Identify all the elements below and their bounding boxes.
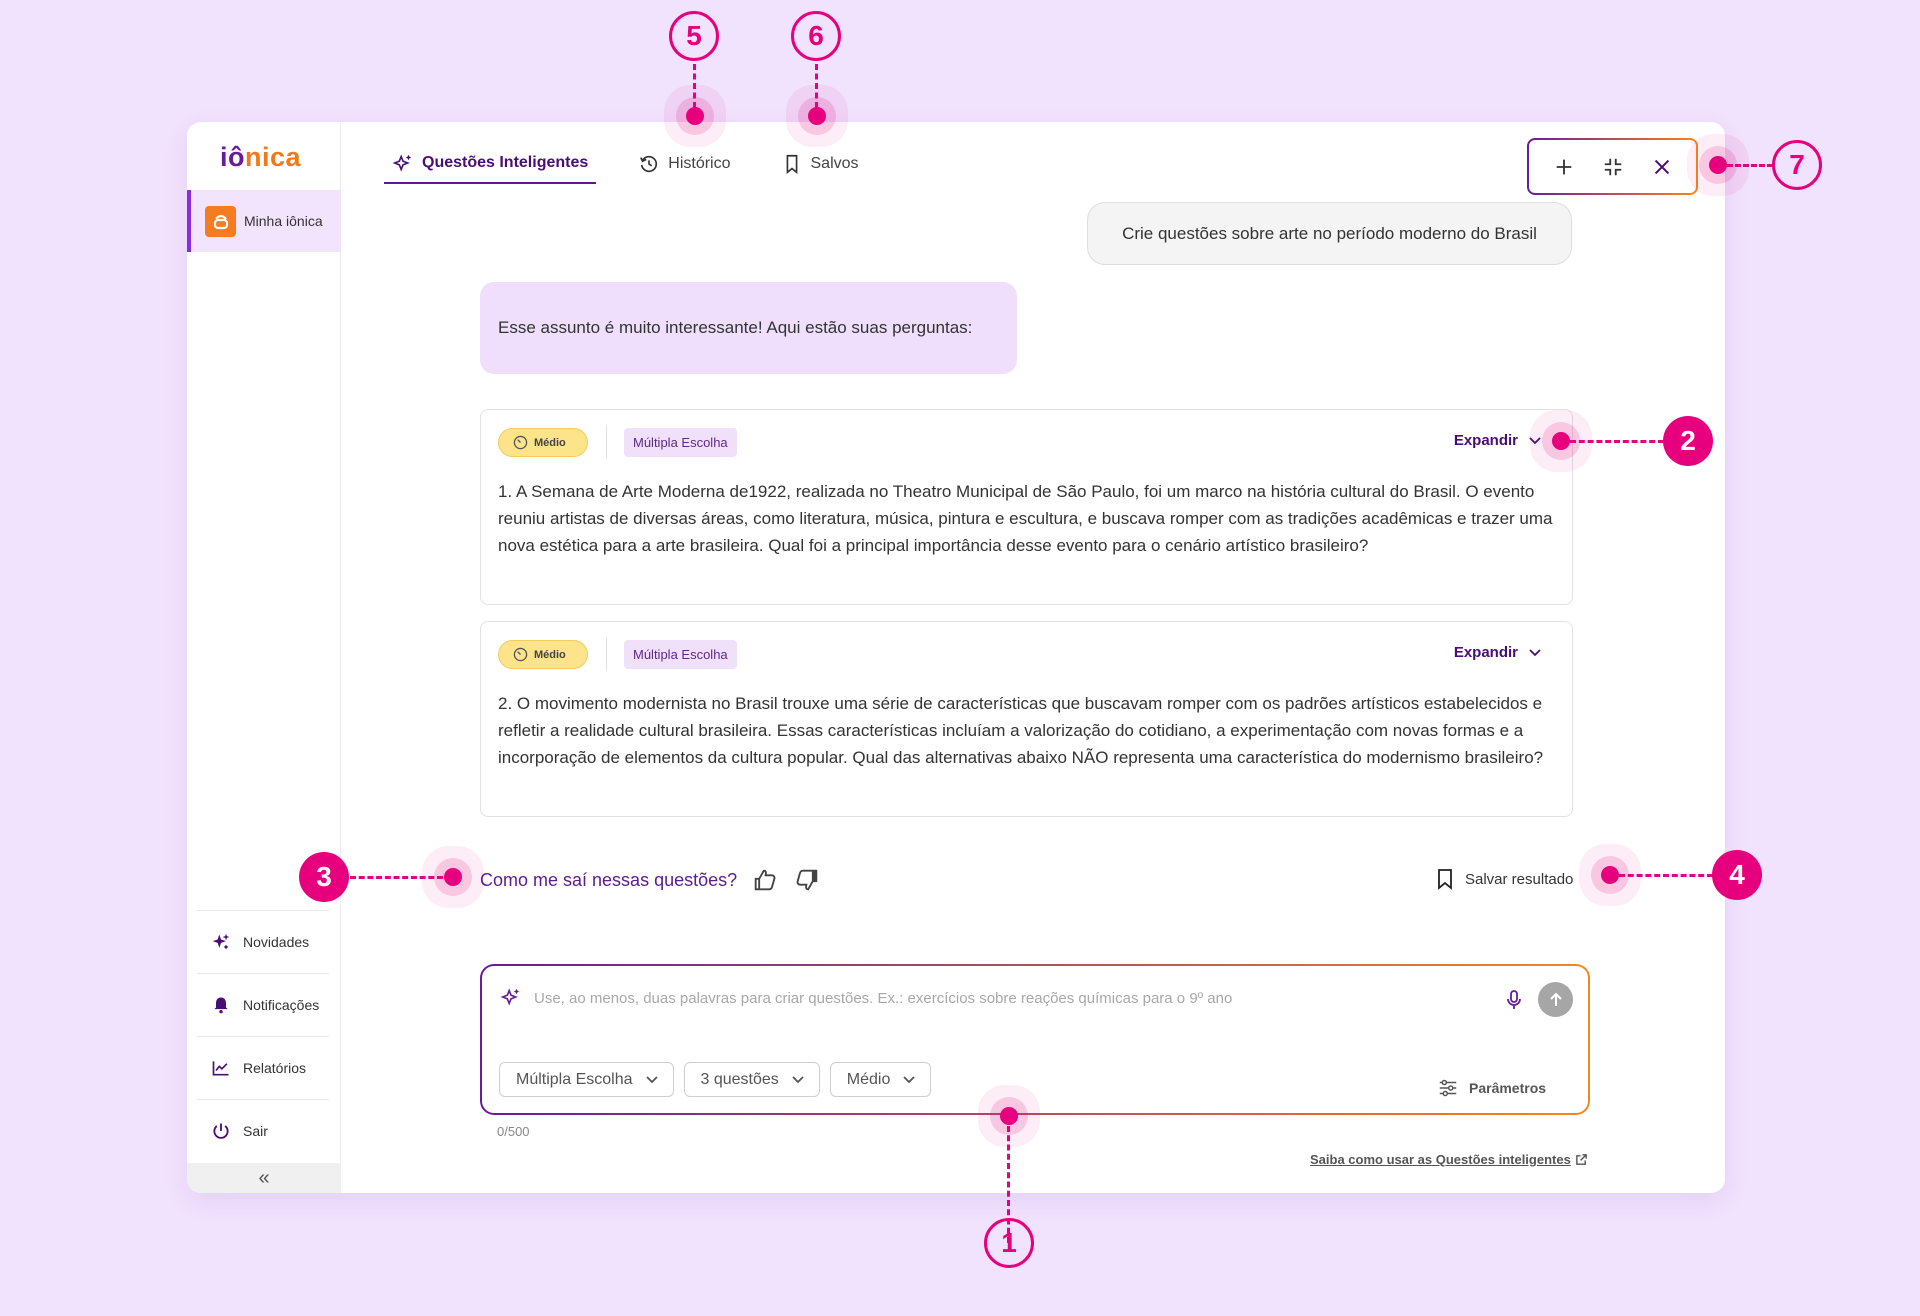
chevron-down-icon: [903, 1075, 915, 1083]
bookmark-icon: [786, 154, 797, 174]
tab-label: Histórico: [668, 155, 731, 172]
question-type-badge: Múltipla Escolha: [624, 428, 737, 457]
sidebar-item-novidades[interactable]: Novidades: [197, 910, 329, 973]
sliders-icon: [1439, 1079, 1457, 1097]
minimize-icon[interactable]: [1602, 156, 1624, 178]
question-text: 2. O movimento modernista no Brasil trou…: [498, 694, 1544, 767]
sparkles-icon: [212, 933, 230, 950]
question-text: 1. A Semana de Arte Moderna de1922, real…: [498, 482, 1553, 555]
sidebar-item-sair[interactable]: Sair: [197, 1099, 329, 1162]
tab-historico[interactable]: Histórico: [630, 144, 738, 184]
question-card: Médio Múltipla Escolha Expandir 1. A Sem…: [480, 409, 1573, 605]
callout-line: [693, 64, 696, 108]
sidebar-item-minha-ionica[interactable]: Minha iônica: [187, 190, 341, 252]
plus-icon[interactable]: [1553, 156, 1575, 178]
close-icon[interactable]: [1651, 156, 1673, 178]
level-badge: Médio: [498, 640, 588, 669]
send-button[interactable]: [1538, 982, 1573, 1017]
tab-bar: Questões Inteligentes Histórico Salvos: [384, 144, 867, 184]
collapse-sidebar-button[interactable]: «: [187, 1163, 341, 1193]
divider: [606, 637, 607, 671]
save-result-button[interactable]: Salvar resultado: [1435, 868, 1573, 890]
sidebar-item-relatorios[interactable]: Relatórios: [197, 1036, 329, 1099]
double-chevron-left-icon: «: [258, 1166, 270, 1189]
callout-line: [1619, 874, 1713, 877]
thumbs-up-icon[interactable]: [751, 866, 779, 894]
callout-dot: [1552, 432, 1570, 450]
sidebar-item-label: Notificações: [243, 997, 320, 1013]
callout-1: 1: [984, 1218, 1034, 1268]
feedback-prompt: Como me saí nessas questões?: [480, 869, 738, 890]
expand-button[interactable]: Expandir: [1454, 644, 1542, 661]
chevron-down-icon: [645, 1075, 658, 1083]
callout-dot: [808, 107, 826, 125]
feedback-row: Como me saí nessas questões?: [480, 866, 821, 894]
callout-7: 7: [1772, 140, 1822, 190]
callout-3: 3: [299, 852, 349, 902]
divider: [606, 425, 607, 459]
bookmark-icon: [1438, 869, 1452, 890]
callout-dot: [444, 868, 462, 886]
prompt-composer: Use, ao menos, duas palavras para criar …: [480, 964, 1590, 1115]
microphone-icon[interactable]: [1502, 988, 1526, 1012]
parameter-selects: Múltipla Escolha 3 questões Médio: [499, 1062, 932, 1097]
ionica-logo[interactable]: iônica: [220, 142, 301, 173]
callout-2: 2: [1663, 416, 1713, 466]
chevron-down-icon: [792, 1075, 804, 1083]
callout-dot: [1709, 156, 1727, 174]
callout-6: 6: [791, 11, 841, 61]
callout-dot: [686, 107, 704, 125]
bell-icon: [214, 997, 228, 1014]
power-icon: [213, 1123, 229, 1139]
tab-label: Salvos: [810, 155, 859, 172]
tab-salvos[interactable]: Salvos: [773, 144, 867, 184]
chart-line-icon: [212, 1061, 229, 1076]
callout-line: [350, 876, 443, 879]
question-type-badge: Múltipla Escolha: [624, 640, 737, 669]
arrow-up-icon: [1549, 992, 1562, 1006]
difficulty-select[interactable]: Médio: [829, 1062, 932, 1097]
history-icon: [640, 155, 658, 173]
sidebar-bottom-menu: Novidades Notificações Relatórios Sair: [197, 910, 329, 1162]
tab-questoes-inteligentes[interactable]: Questões Inteligentes: [384, 144, 597, 184]
callout-line: [1727, 164, 1773, 167]
difficulty-gauge-icon: [513, 435, 528, 450]
window-controls: [1527, 138, 1698, 195]
app-window: iônica Minha iônica Novidades Notificaçõ…: [187, 122, 1725, 1193]
user-message: Crie questões sobre arte no período mode…: [1087, 202, 1572, 265]
sparkles-icon: [392, 154, 412, 172]
sidebar-item-label: Minha iônica: [244, 213, 323, 229]
ionica-app-icon: [205, 205, 236, 237]
callout-dot: [1601, 866, 1619, 884]
callout-5: 5: [669, 11, 719, 61]
sparkles-icon: [500, 988, 520, 1006]
question-card: Médio Múltipla Escolha Expandir 2. O mov…: [480, 621, 1573, 817]
help-link[interactable]: Saiba como usar as Questões inteligentes: [1310, 1152, 1588, 1167]
level-badge: Médio: [498, 428, 588, 457]
expand-button[interactable]: Expandir: [1454, 432, 1542, 449]
question-count-select[interactable]: 3 questões: [683, 1062, 820, 1097]
sidebar-item-label: Sair: [243, 1123, 268, 1139]
question-type-select[interactable]: Múltipla Escolha: [499, 1062, 674, 1097]
parameters-button[interactable]: Parâmetros: [1437, 1077, 1546, 1099]
callout-line: [1570, 440, 1664, 443]
callout-4: 4: [1712, 850, 1762, 900]
assistant-message: Esse assunto é muito interessante! Aqui …: [480, 282, 1017, 374]
thumbs-down-icon[interactable]: [793, 866, 821, 894]
callout-line: [815, 64, 818, 108]
prompt-input[interactable]: Use, ao menos, duas palavras para criar …: [534, 990, 1232, 1007]
sidebar-item-label: Novidades: [243, 934, 310, 950]
sidebar-item-notificacoes[interactable]: Notificações: [197, 973, 329, 1036]
sidebar: iônica Minha iônica Novidades Notificaçõ…: [187, 122, 341, 1193]
sidebar-item-label: Relatórios: [243, 1060, 307, 1076]
difficulty-gauge-icon: [513, 647, 528, 662]
chevron-down-icon: [1529, 436, 1541, 444]
character-counter: 0/500: [497, 1124, 530, 1139]
external-link-icon: [1575, 1154, 1587, 1165]
tab-label: Questões Inteligentes: [422, 154, 589, 171]
callout-dot: [1000, 1107, 1018, 1125]
chevron-down-icon: [1529, 648, 1541, 656]
